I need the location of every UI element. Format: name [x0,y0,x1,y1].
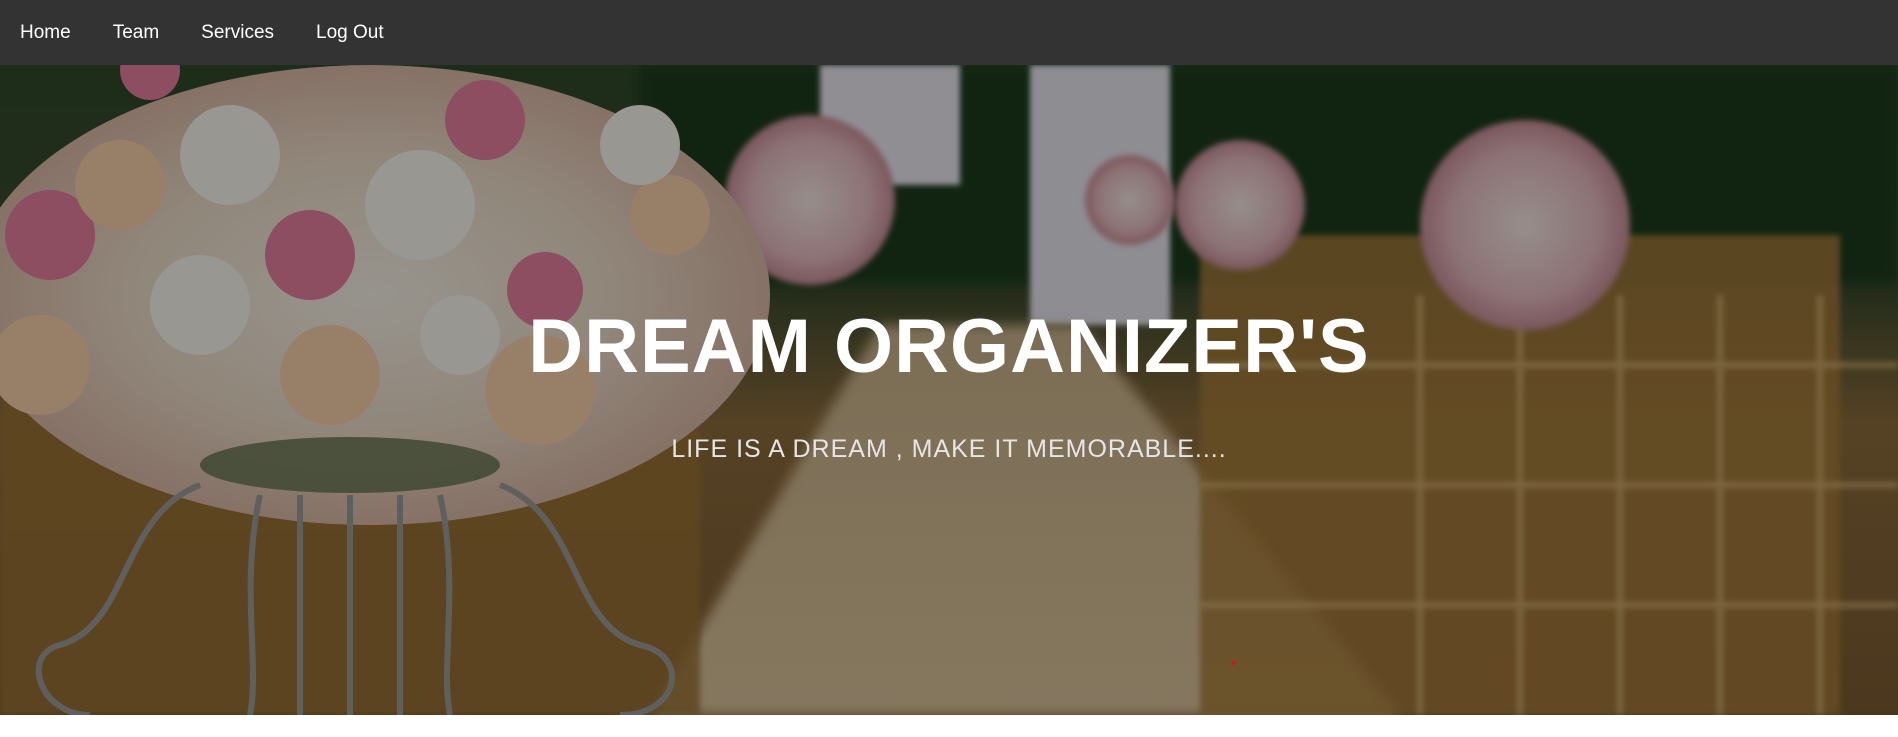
cursor-dot [1232,661,1236,665]
nav-link-log-out[interactable]: Log Out [316,22,384,44]
top-navbar: Home Team Services Log Out [0,0,1898,65]
page-bottom-strip [0,715,1898,737]
hero-subtitle: LIFE IS A DREAM , MAKE IT MEMORABLE.... [671,435,1227,463]
nav-link-home[interactable]: Home [20,22,71,44]
hero-title: DREAM ORGANIZER'S [528,304,1370,389]
hero-dark-overlay [0,65,1898,715]
hero-banner: DREAM ORGANIZER'S LIFE IS A DREAM , MAKE… [0,65,1898,715]
nav-link-services[interactable]: Services [201,22,274,44]
nav-link-team[interactable]: Team [113,22,159,44]
